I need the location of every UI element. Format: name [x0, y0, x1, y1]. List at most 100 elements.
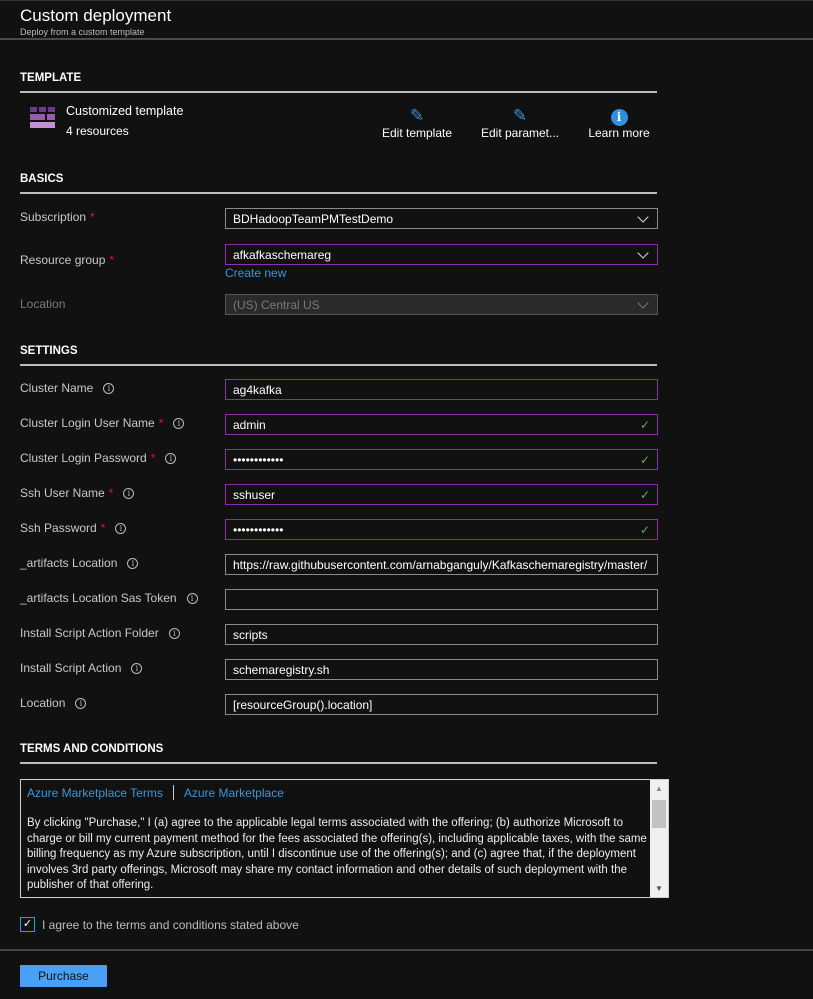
label-text: Location — [20, 696, 66, 710]
template-name: Customized template — [66, 104, 184, 118]
info-icon[interactable]: i — [131, 662, 143, 674]
edit-parameters-button[interactable]: ✎ Edit paramet... — [478, 106, 562, 140]
location-dropdown[interactable]: (US) Central US — [225, 294, 658, 315]
chevron-down-icon — [637, 296, 649, 309]
input-value: scripts — [233, 627, 268, 642]
divider — [20, 364, 657, 366]
location-label: Location i — [20, 696, 87, 710]
terms-text: By clicking "Purchase," I (a) agree to t… — [27, 817, 647, 891]
location-input[interactable]: [resourceGroup().location] — [225, 694, 658, 715]
info-icon: i — [586, 106, 652, 126]
info-icon[interactable]: i — [173, 417, 185, 429]
required-marker: * — [90, 210, 95, 224]
location-label: Location — [20, 297, 66, 311]
artifacts-location-sas-token-input[interactable] — [225, 589, 658, 610]
scrollbar[interactable]: ▲ ▼ — [650, 780, 668, 897]
install-script-action-folder-input[interactable]: scripts — [225, 624, 658, 645]
marketplace-link[interactable]: Azure Marketplace — [184, 786, 284, 800]
label-text: Install Script Action Folder — [20, 626, 159, 640]
agree-label: I agree to the terms and conditions stat… — [42, 917, 299, 932]
chevron-down-icon — [637, 210, 649, 223]
ssh-user-name-input[interactable]: sshuser ✓ — [225, 484, 658, 505]
page-title: Custom deployment — [20, 6, 172, 25]
edit-template-button[interactable]: ✎ Edit template — [378, 106, 456, 140]
label-text: Subscription — [20, 210, 87, 224]
resource-group-label: Resource group * — [20, 253, 114, 267]
required-marker: * — [108, 486, 114, 500]
scrollbar-thumb[interactable] — [652, 800, 666, 828]
subscription-value: BDHadoopTeamPMTestDemo — [233, 211, 394, 226]
checkmark-icon: ✓ — [639, 522, 650, 537]
install-script-action-input[interactable]: schemaregistry.sh — [225, 659, 658, 680]
input-value: sshuser — [233, 487, 276, 502]
pencil-icon: ✎ — [512, 106, 528, 125]
subscription-label: Subscription * — [20, 210, 95, 224]
cluster-login-password-input[interactable]: •••••••••••• ✓ — [225, 449, 658, 470]
info-icon[interactable]: i — [165, 452, 177, 464]
resource-group-dropdown[interactable]: afkafkaschemareg — [225, 244, 658, 265]
label-text: Ssh User Name — [20, 486, 105, 500]
learn-more-button[interactable]: i Learn more — [586, 106, 652, 140]
info-icon[interactable]: i — [75, 697, 87, 709]
edit-parameters-label: Edit paramet... — [480, 126, 560, 140]
divider — [20, 762, 657, 764]
info-icon[interactable]: i — [127, 557, 139, 569]
label-text: Ssh Password — [20, 521, 97, 535]
scroll-up-icon[interactable]: ▲ — [655, 784, 663, 793]
chevron-down-icon — [637, 246, 649, 259]
edit-template-label: Edit template — [381, 126, 453, 140]
label-text: Resource group — [20, 253, 106, 267]
ssh-password-input[interactable]: •••••••••••• ✓ — [225, 519, 658, 540]
purchase-button[interactable]: Purchase — [20, 965, 107, 987]
template-icon — [30, 107, 55, 128]
terms-box: Azure Marketplace Terms Azure Marketplac… — [20, 779, 669, 898]
ssh-password-label: Ssh Password * i — [20, 521, 127, 535]
cluster-name-input[interactable]: ag4kafka — [225, 379, 658, 400]
cluster-login-password-label: Cluster Login Password * i — [20, 451, 177, 465]
create-new-link[interactable]: Create new — [225, 266, 286, 280]
location-value: (US) Central US — [233, 297, 320, 312]
divider — [20, 192, 657, 194]
marketplace-terms-link[interactable]: Azure Marketplace Terms — [27, 786, 163, 800]
agree-checkbox[interactable]: ✓ — [20, 917, 35, 932]
template-resources: 4 resources — [66, 124, 129, 138]
input-value: [resourceGroup().location] — [233, 697, 373, 712]
info-icon[interactable]: i — [115, 522, 127, 534]
info-icon[interactable]: i — [103, 382, 115, 394]
label-text: _artifacts Location — [20, 556, 118, 570]
subscription-dropdown[interactable]: BDHadoopTeamPMTestDemo — [225, 208, 658, 229]
install-script-action-folder-label: Install Script Action Folder i — [20, 626, 180, 640]
learn-more-label: Learn more — [588, 126, 650, 140]
separator — [172, 785, 174, 800]
cluster-login-user-name-label: Cluster Login User Name * i — [20, 416, 185, 430]
resource-group-value: afkafkaschemareg — [233, 247, 332, 262]
cluster-login-user-name-input[interactable]: admin ✓ — [225, 414, 658, 435]
page-subtitle: Deploy from a custom template — [20, 27, 145, 37]
agree-checkbox-row[interactable]: ✓ I agree to the terms and conditions st… — [20, 917, 299, 932]
label-text: Cluster Login Password — [20, 451, 147, 465]
checkmark-icon: ✓ — [639, 417, 650, 432]
footer-divider — [0, 949, 813, 951]
blade-header: Custom deployment Deploy from a custom t… — [0, 0, 813, 40]
section-template: TEMPLATE — [20, 72, 82, 84]
divider — [20, 91, 657, 93]
required-marker: * — [150, 451, 156, 465]
info-icon[interactable]: i — [186, 592, 198, 604]
section-terms: TERMS AND CONDITIONS — [20, 743, 164, 755]
label-text: Cluster Login User Name — [20, 416, 155, 430]
label-text: Cluster Name — [20, 381, 94, 395]
checkmark-icon: ✓ — [639, 487, 650, 502]
required-marker: * — [100, 521, 106, 535]
info-icon[interactable]: i — [168, 627, 180, 639]
cluster-name-label: Cluster Name i — [20, 381, 115, 395]
info-icon[interactable]: i — [123, 487, 135, 499]
artifacts-location-input[interactable]: https://raw.githubusercontent.com/arnabg… — [225, 554, 658, 575]
artifacts-location-label: _artifacts Location i — [20, 556, 139, 570]
input-value: schemaregistry.sh — [233, 662, 330, 677]
section-settings: SETTINGS — [20, 345, 78, 357]
checkmark-icon: ✓ — [639, 452, 650, 467]
input-value: •••••••••••• — [233, 522, 284, 537]
scroll-down-icon[interactable]: ▼ — [655, 884, 663, 893]
install-script-action-label: Install Script Action i — [20, 661, 143, 675]
required-marker: * — [158, 416, 164, 430]
